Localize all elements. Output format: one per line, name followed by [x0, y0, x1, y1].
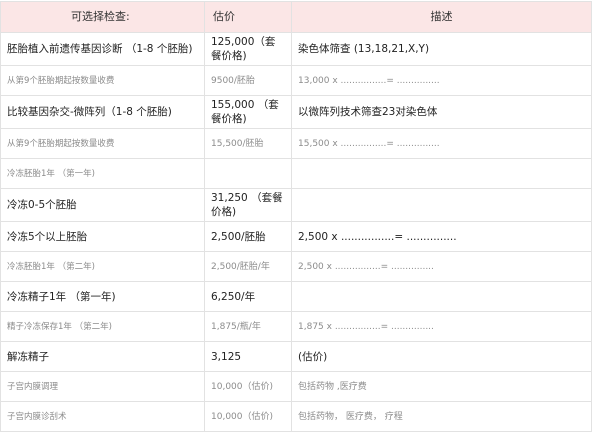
row-price: 9500/胚胎 — [204, 65, 292, 96]
table-row: 子宫内膜调理 10,000（估价) 包括药物 ,医疗费 — [0, 371, 592, 402]
row-item: 子宫内膜诊刮术 — [0, 401, 205, 432]
row-description: 包括药物 ,医疗费 — [291, 371, 592, 402]
table-row: 冷冻精子1年 （第一年) 6,250/年 — [0, 281, 592, 312]
table-row: 胚胎植入前遗传基因诊断 （1-8 个胚胎) 125,000（套餐价格) 染色体筛查 … — [0, 32, 592, 66]
row-description: 包括药物， 医疗费， 疗程 — [291, 401, 592, 432]
table-row: 从第9个胚胎期起按数量收费 9500/胚胎 13,000 x ...........… — [0, 65, 592, 96]
row-description: (估价) — [291, 341, 592, 372]
table-row: 冷冻胚胎1年 （第一年) — [0, 158, 592, 189]
row-description: 13,000 x ................= .............… — [291, 65, 592, 96]
table-row: 比较基因杂交-微阵列（1-8 个胚胎) 155,000 （套餐价格) 以微阵列技术筛… — [0, 95, 592, 129]
row-item: 比较基因杂交-微阵列（1-8 个胚胎) — [0, 95, 205, 129]
row-item: 冷冻0-5个胚胎 — [0, 188, 205, 222]
table-row: 子宫内膜诊刮术 10,000（估价) 包括药物， 医疗费， 疗程 — [0, 401, 592, 432]
price-table: 可选择检查: 估价 描述 胚胎植入前遗传基因诊断 （1-8 个胚胎) 125,00… — [0, 1, 592, 432]
header-description: 描述 — [291, 1, 592, 33]
row-price: 1,875/瓶/年 — [204, 311, 292, 342]
row-price: 2,500/胚胎 — [204, 221, 292, 252]
row-price: 10,000（估价) — [204, 401, 292, 432]
row-description: 2,500 x ................= ..............… — [291, 221, 592, 252]
row-item: 子宫内膜调理 — [0, 371, 205, 402]
row-price: 31,250 （套餐价格) — [204, 188, 292, 222]
table-row: 冷冻5个以上胚胎 2,500/胚胎 2,500 x ................… — [0, 221, 592, 252]
row-description — [291, 188, 592, 222]
row-description: 2,500 x ................= ..............… — [291, 251, 592, 282]
table-row: 解冻精子 3,125 (估价) — [0, 341, 592, 372]
table-row: 精子冷冻保存1年 （第二年) 1,875/瓶/年 1,875 x .........… — [0, 311, 592, 342]
row-item: 精子冷冻保存1年 （第二年) — [0, 311, 205, 342]
row-description: 染色体筛查 (13,18,21,X,Y) — [291, 32, 592, 66]
row-item: 冷冻5个以上胚胎 — [0, 221, 205, 252]
table-row: 从第9个胚胎期起按数量收费 15,500/胚胎 15,500 x .........… — [0, 128, 592, 159]
row-description: 1,875 x ................= ..............… — [291, 311, 592, 342]
row-item: 冷冻胚胎1年 （第二年) — [0, 251, 205, 282]
row-price: 2,500/胚胎/年 — [204, 251, 292, 282]
header-price: 估价 — [204, 1, 292, 33]
table-header-row: 可选择检查: 估价 描述 — [0, 1, 592, 33]
table-row: 冷冻胚胎1年 （第二年) 2,500/胚胎/年 2,500 x ..........… — [0, 251, 592, 282]
row-price: 15,500/胚胎 — [204, 128, 292, 159]
row-description — [291, 281, 592, 312]
row-item: 冷冻精子1年 （第一年) — [0, 281, 205, 312]
header-item: 可选择检查: — [0, 1, 205, 33]
row-price: 3,125 — [204, 341, 292, 372]
row-item: 胚胎植入前遗传基因诊断 （1-8 个胚胎) — [0, 32, 205, 66]
row-price: 125,000（套餐价格) — [204, 32, 292, 66]
row-item: 解冻精子 — [0, 341, 205, 372]
row-item: 从第9个胚胎期起按数量收费 — [0, 128, 205, 159]
row-description: 以微阵列技术筛查23对染色体 — [291, 95, 592, 129]
row-description — [291, 158, 592, 189]
row-price: 6,250/年 — [204, 281, 292, 312]
row-item: 从第9个胚胎期起按数量收费 — [0, 65, 205, 96]
row-item: 冷冻胚胎1年 （第一年) — [0, 158, 205, 189]
row-price: 10,000（估价) — [204, 371, 292, 402]
table-row: 冷冻0-5个胚胎 31,250 （套餐价格) — [0, 188, 592, 222]
row-price: 155,000 （套餐价格) — [204, 95, 292, 129]
row-description: 15,500 x ................= .............… — [291, 128, 592, 159]
row-price — [204, 158, 292, 189]
